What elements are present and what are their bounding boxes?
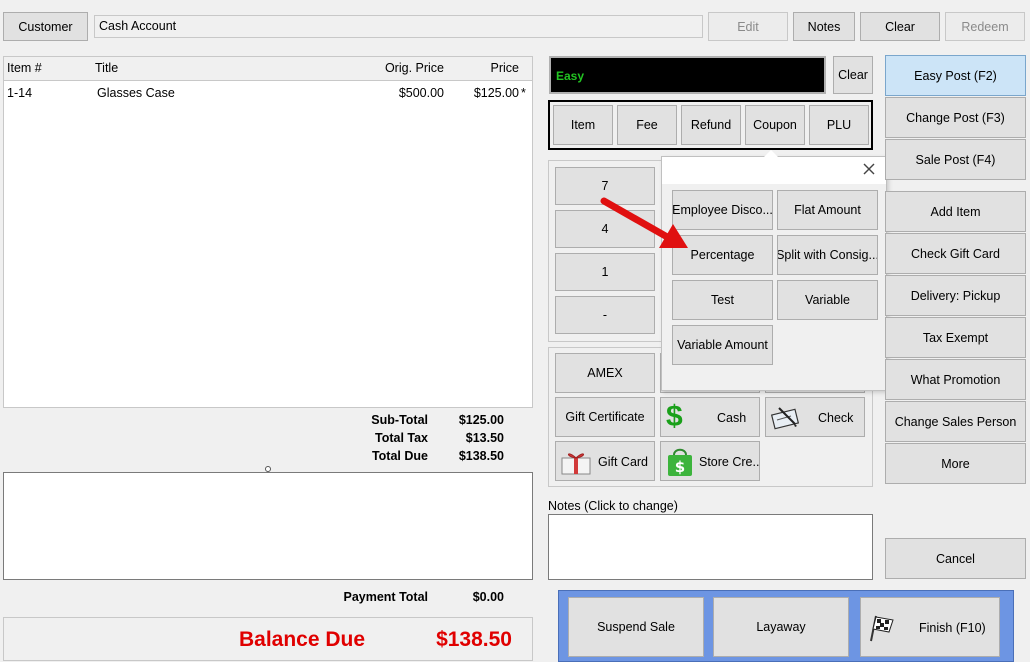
column-header-price[interactable]: Price [444,61,519,75]
edit-button[interactable]: Edit [708,12,788,41]
bottom-action-bar: Suspend Sale Layaway Finish (F10) [558,590,1014,662]
keypad-1-button[interactable]: 1 [555,253,655,291]
svg-text:$: $ [675,458,685,476]
what-promotion-button[interactable]: What Promotion [885,359,1026,400]
entry-input[interactable]: Easy [549,56,826,94]
coupon-option-flat-amount[interactable]: Flat Amount [777,190,878,230]
notes-button[interactable]: Notes [793,12,855,41]
column-header-title[interactable]: Title [95,61,118,75]
balance-due-label: Balance Due [239,628,366,651]
total-tax-label: Total Tax [374,431,428,445]
close-icon[interactable] [862,162,876,176]
column-header-orig-price[interactable]: Orig. Price [344,61,444,75]
payment-total-label: Payment Total [343,590,428,604]
checkered-flag-icon [870,615,894,642]
balance-due-value: $138.50 [436,628,512,651]
payment-total-value: $0.00 [472,590,504,604]
subtotal-label: Sub-Total [371,413,428,427]
customer-button[interactable]: Customer [3,12,88,41]
total-due-value: $138.50 [458,449,504,463]
redeem-button[interactable]: Redeem [945,12,1025,41]
finish-label: Finish (F10) [919,621,986,635]
popup-header [662,157,886,184]
clear-button[interactable]: Clear [860,12,940,41]
check-icon [771,407,800,430]
coupon-type-button[interactable]: Coupon [745,105,805,145]
items-table: Item # Title Orig. Price Price 1-14 Glas… [3,56,533,408]
gift-icon [561,453,591,475]
easy-post-button[interactable]: Easy Post (F2) [885,55,1026,96]
store-credit-label: Store Cre... [699,455,760,469]
customer-field[interactable]: Cash Account [94,15,703,38]
row-price-flag: * [521,86,526,100]
popup-caret [764,150,778,157]
entry-clear-button[interactable]: Clear [833,56,873,94]
keypad-minus-button[interactable]: - [555,296,655,334]
row-title: Glasses Case [97,86,175,100]
row-item-number: 1-14 [7,86,33,100]
dollar-icon: $ [666,400,683,433]
payments-list[interactable] [3,472,533,580]
red-arrow-annotation [600,197,688,248]
gift-card-label: Gift Card [598,455,649,469]
gift-card-button[interactable]: Gift Card [555,441,655,481]
fee-type-button[interactable]: Fee [617,105,677,145]
tax-exempt-button[interactable]: Tax Exempt [885,317,1026,358]
customer-value: Cash Account [99,19,177,33]
column-header-item[interactable]: Item # [7,61,42,75]
layaway-button[interactable]: Layaway [713,597,849,657]
change-post-button[interactable]: Change Post (F3) [885,97,1026,138]
coupon-option-variable[interactable]: Variable [777,280,878,320]
plu-type-button[interactable]: PLU [809,105,869,145]
total-due-label: Total Due [371,449,428,463]
balance-due-panel: Balance Due $138.50 [3,617,533,661]
entry-type-group: Item Fee Refund Coupon PLU [548,100,873,150]
coupon-option-test[interactable]: Test [672,280,773,320]
notes-label: Notes (Click to change) [548,499,678,513]
check-gift-card-button[interactable]: Check Gift Card [885,233,1026,274]
item-type-button[interactable]: Item [553,105,613,145]
finish-button[interactable]: Finish (F10) [860,597,1000,657]
cash-label: Cash [717,411,747,425]
table-row[interactable]: 1-14 Glasses Case $500.00 $125.00 * [4,81,532,103]
notes-box[interactable] [548,514,873,580]
coupon-option-split-with-consignor[interactable]: Split with Consig... [777,235,878,275]
check-button[interactable]: Check [765,397,865,437]
add-item-button[interactable]: Add Item [885,191,1026,232]
more-button[interactable]: More [885,443,1026,484]
sale-post-button[interactable]: Sale Post (F4) [885,139,1026,180]
change-sales-person-button[interactable]: Change Sales Person [885,401,1026,442]
total-tax-value: $13.50 [465,431,504,445]
entry-mode-text: Easy [556,69,585,83]
row-price: $125.00 [473,86,519,100]
check-label: Check [818,411,854,425]
shopping-bag-icon: $ [668,448,692,476]
amex-button[interactable]: AMEX [555,353,655,393]
cancel-button[interactable]: Cancel [885,538,1026,579]
suspend-sale-button[interactable]: Suspend Sale [568,597,704,657]
gift-certificate-button[interactable]: Gift Certificate [555,397,655,437]
store-credit-button[interactable]: $ Store Cre... [660,441,760,481]
delivery-pickup-button[interactable]: Delivery: Pickup [885,275,1026,316]
cash-button[interactable]: $ Cash [660,397,760,437]
subtotal-value: $125.00 [458,413,504,427]
coupon-option-variable-amount[interactable]: Variable Amount [672,325,773,365]
refund-type-button[interactable]: Refund [681,105,741,145]
items-list: 1-14 Glasses Case $500.00 $125.00 * [4,80,532,407]
